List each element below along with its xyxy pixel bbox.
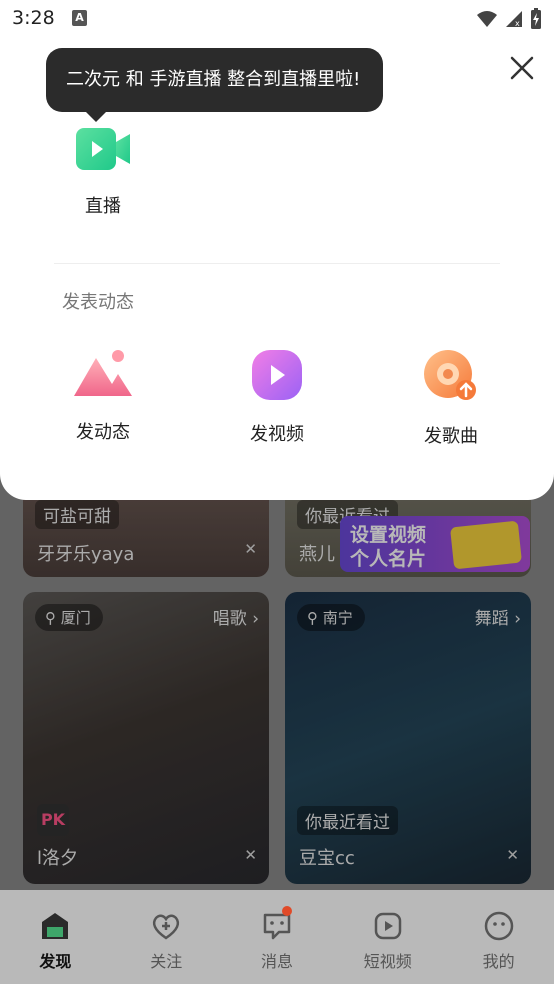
tab-discover[interactable]: 发现 bbox=[0, 890, 111, 984]
tab-follow[interactable]: 关注 bbox=[111, 890, 222, 984]
post-video-button[interactable]: 发视频 bbox=[232, 348, 322, 446]
tab-label: 短视频 bbox=[363, 952, 412, 971]
live-button[interactable]: 直播 bbox=[70, 124, 136, 218]
post-moment-button[interactable]: 发动态 bbox=[58, 348, 148, 444]
svg-text:x: x bbox=[515, 19, 520, 28]
short-video-icon bbox=[374, 912, 402, 940]
live-label: 直播 bbox=[85, 196, 121, 217]
video-play-icon bbox=[252, 350, 302, 400]
live-camera-icon bbox=[76, 128, 130, 170]
discover-home-icon bbox=[42, 913, 69, 939]
wifi-icon bbox=[477, 11, 497, 27]
post-video-label: 发视频 bbox=[250, 424, 304, 445]
close-icon[interactable] bbox=[508, 54, 536, 82]
tab-label: 发现 bbox=[39, 952, 72, 971]
notification-badge: A bbox=[72, 10, 87, 26]
post-song-button[interactable]: 发歌曲 bbox=[406, 348, 496, 448]
heart-plus-icon bbox=[153, 914, 180, 940]
unread-dot bbox=[281, 906, 292, 916]
status-time: 3:28 bbox=[12, 7, 55, 29]
divider bbox=[54, 263, 500, 264]
mountain-photo-icon bbox=[74, 350, 132, 396]
tab-label: 关注 bbox=[150, 952, 183, 971]
post-moment-label: 发动态 bbox=[76, 422, 130, 443]
tab-label: 消息 bbox=[260, 952, 293, 971]
tab-label: 我的 bbox=[482, 952, 515, 971]
profile-face-icon bbox=[484, 911, 513, 941]
tab-profile[interactable]: 我的 bbox=[443, 890, 554, 984]
tooltip-text: 二次元 和 手游直播 整合到直播里啦! bbox=[66, 69, 361, 90]
status-icons: x bbox=[476, 8, 542, 30]
tooltip-arrow bbox=[86, 112, 106, 122]
bottom-tab-bar: 发现 关注 消息 短视频 我的 bbox=[0, 890, 554, 984]
live-merge-tooltip[interactable]: 二次元 和 手游直播 整合到直播里啦! bbox=[46, 48, 383, 122]
tab-short-video[interactable]: 短视频 bbox=[332, 890, 443, 984]
signal-icon: x bbox=[506, 11, 522, 28]
post-song-label: 发歌曲 bbox=[424, 426, 478, 447]
battery-icon bbox=[531, 8, 541, 29]
music-disc-icon bbox=[424, 350, 476, 400]
section-title-post: 发表动态 bbox=[62, 292, 134, 313]
tab-messages[interactable]: 消息 bbox=[222, 890, 333, 984]
status-bar: 3:28 A x bbox=[0, 0, 554, 38]
